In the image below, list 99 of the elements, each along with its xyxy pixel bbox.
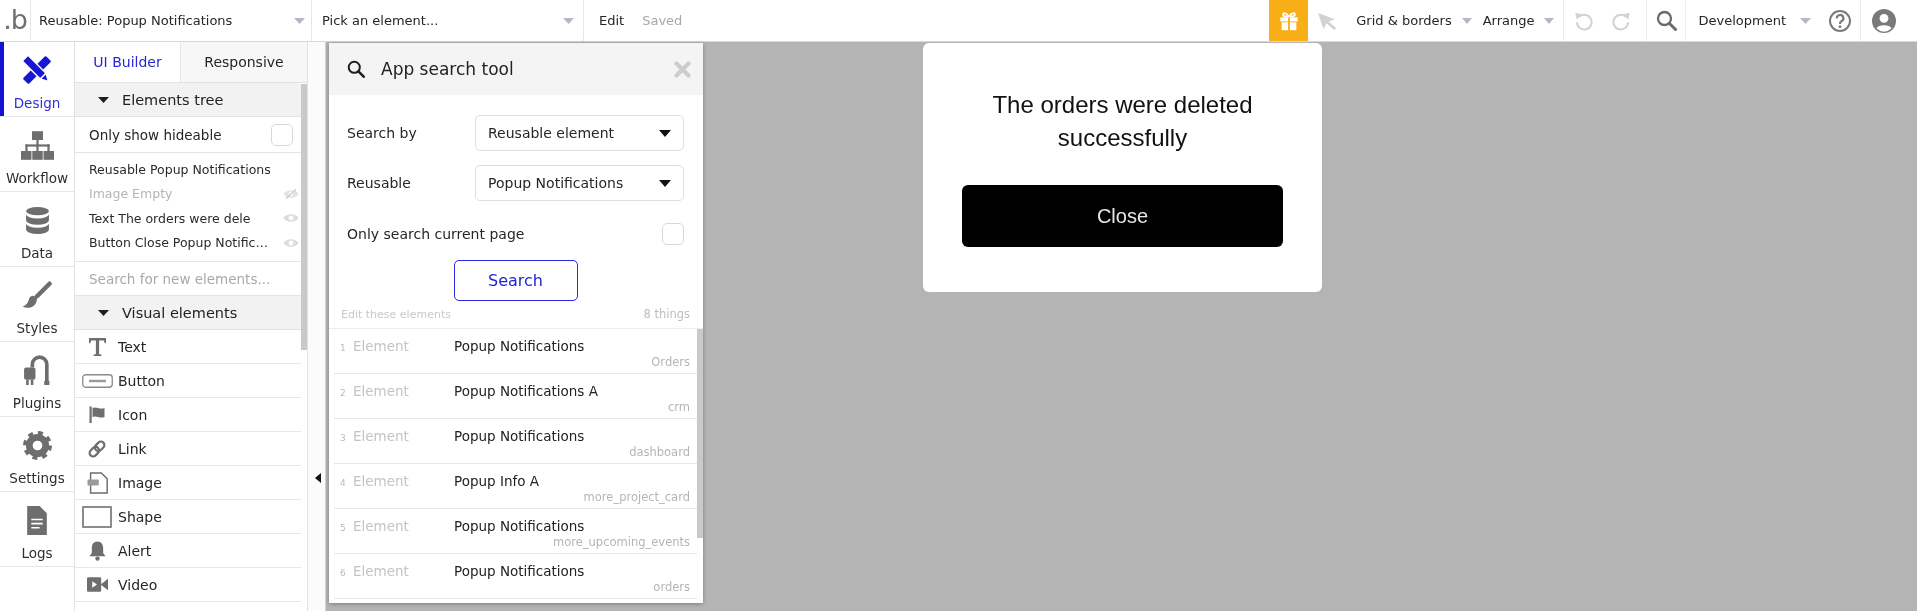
element-name[interactable]: Popup Notifications: [454, 428, 690, 445]
database-icon: [25, 206, 49, 234]
scrollbar[interactable]: [301, 84, 307, 350]
caret-icon: [1461, 17, 1472, 24]
bell-icon: [88, 540, 106, 561]
search-icon[interactable]: [1656, 10, 1678, 31]
palette-item[interactable]: Shape: [75, 500, 301, 534]
link-icon: [87, 438, 107, 459]
video-camera-icon: [86, 577, 108, 592]
arrange-menu[interactable]: Arrange: [1482, 13, 1555, 28]
search-icon: [347, 60, 365, 78]
scrollbar[interactable]: [697, 329, 703, 538]
section-header[interactable]: Visual elements: [75, 296, 301, 330]
sidebar-item[interactable]: Settings: [0, 417, 74, 492]
element-type: Element: [353, 383, 410, 400]
help-icon[interactable]: [1829, 9, 1851, 32]
dropdown[interactable]: Popup Notifications: [475, 165, 684, 201]
element-type: Element: [353, 338, 410, 355]
image-file-icon: [86, 471, 108, 494]
close-icon[interactable]: [674, 60, 691, 78]
document-icon: [27, 505, 47, 535]
row-number: 3: [340, 432, 347, 445]
page-name: more_upcoming_events: [553, 535, 690, 549]
palette-item[interactable]: Button: [75, 364, 301, 398]
checkbox[interactable]: [662, 223, 684, 245]
tree-item[interactable]: Text The orders were dele: [75, 206, 301, 231]
results-count: 8 things: [643, 307, 690, 321]
page-name: Orders: [651, 355, 690, 369]
element-name[interactable]: Popup Info A: [454, 473, 690, 490]
caret-icon: [1544, 17, 1555, 24]
page-name: dashboard: [629, 445, 690, 459]
page-name: orders: [653, 580, 690, 594]
close-button[interactable]: Close: [962, 185, 1283, 247]
page-dropdown[interactable]: Reusable: Popup Notifications: [31, 0, 312, 41]
edit-button[interactable]: Edit: [599, 13, 625, 28]
sidebar-item[interactable]: Design: [0, 42, 74, 117]
user-icon[interactable]: [1872, 8, 1896, 33]
gift-icon[interactable]: [1269, 0, 1309, 41]
tree-item[interactable]: Reusable Popup Notifications: [75, 157, 301, 182]
panel-title: App search tool: [381, 59, 514, 79]
logo[interactable]: .b: [0, 0, 31, 41]
section-header[interactable]: Elements tree: [75, 83, 301, 117]
tree-item[interactable]: Button Close Popup Notific…: [75, 230, 301, 255]
row-number: 2: [340, 387, 347, 400]
brush-icon: [22, 281, 52, 309]
checkbox[interactable]: [271, 123, 293, 146]
element-name[interactable]: Popup Notifications: [454, 563, 690, 580]
sidebar-item[interactable]: Workflow: [0, 117, 74, 192]
element-type: Element: [353, 428, 410, 445]
sitemap-icon: [20, 130, 54, 160]
element-name[interactable]: Popup Notifications: [454, 338, 690, 355]
tab[interactable]: Responsive: [180, 42, 307, 82]
option-label: Only show hideable: [89, 126, 222, 143]
element-type: Element: [353, 473, 410, 490]
button-icon: [81, 373, 113, 388]
element-name[interactable]: Popup Notifications A: [454, 383, 690, 400]
row-number: 4: [340, 477, 347, 490]
save-status: Saved: [642, 13, 683, 28]
element-type: Element: [353, 563, 410, 580]
sidebar-item[interactable]: Data: [0, 192, 74, 267]
plug-icon: [24, 355, 50, 385]
field-label: Reusable: [347, 175, 412, 191]
element-type: Element: [353, 518, 410, 535]
field-label: Search by: [347, 125, 418, 141]
palette-item[interactable]: Link: [75, 432, 301, 466]
palette-item[interactable]: Icon: [75, 398, 301, 432]
caret-icon: [1800, 17, 1811, 24]
element-dropdown[interactable]: Pick an element...: [312, 0, 584, 41]
caret-icon: [294, 17, 305, 24]
search-button[interactable]: Search: [453, 260, 578, 301]
settings-icon: [22, 430, 52, 460]
sidebar-item[interactable]: Styles: [0, 267, 74, 342]
row-number: 5: [340, 522, 347, 535]
popup-message: The orders were deleted successfully: [991, 90, 1254, 153]
caret-icon: [659, 129, 671, 137]
caret-icon: [659, 179, 671, 187]
rectangle-icon: [82, 505, 112, 528]
page-name: more_project_card: [583, 490, 690, 504]
page-name: crm: [667, 400, 690, 414]
palette-item[interactable]: Text: [75, 330, 301, 364]
caret-icon: [563, 17, 574, 24]
element-name[interactable]: Popup Notifications: [454, 518, 690, 535]
eye-slash-icon[interactable]: [283, 188, 299, 199]
sidebar-item[interactable]: Logs: [0, 492, 74, 567]
version-dropdown[interactable]: Development: [1698, 13, 1811, 28]
eye-icon[interactable]: [283, 237, 299, 248]
option-label: Only search current page: [347, 226, 525, 242]
palette-item[interactable]: Image: [75, 466, 301, 500]
palette-item[interactable]: Alert: [75, 534, 301, 568]
sidebar-item[interactable]: Plugins: [0, 342, 74, 417]
eye-icon[interactable]: [283, 213, 299, 224]
row-number: 1: [340, 342, 347, 355]
palette-item[interactable]: Video: [75, 568, 301, 602]
flag-icon: [89, 406, 105, 423]
caret-icon[interactable]: [315, 473, 321, 483]
grid-menu[interactable]: Grid & borders: [1356, 13, 1472, 28]
dropdown[interactable]: Reusable element: [475, 115, 684, 151]
text-icon: [88, 337, 106, 356]
row-number: 6: [340, 567, 347, 580]
